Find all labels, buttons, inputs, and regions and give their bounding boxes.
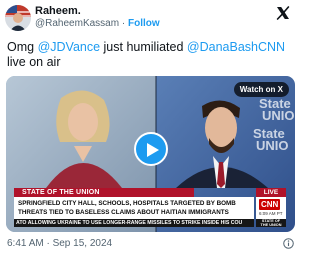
tweet-text-part: live on air [7, 55, 61, 69]
show-tag-line: THE UNION [260, 223, 282, 227]
tweet-text: Omg @JDVance just humiliated @DanaBashCN… [7, 40, 295, 70]
background-logo-text: UNIO [256, 138, 289, 153]
tweet-text-part: Omg [7, 40, 38, 54]
network-logo: CNN 6:09 AM PT [256, 197, 286, 219]
author-handle[interactable]: @RaheemKassam [35, 18, 119, 29]
author-name[interactable]: Raheem. [35, 5, 81, 17]
author-handle-row: @RaheemKassam · Follow [35, 18, 160, 29]
chyron-program-bar: STATE OF THE UNION [14, 188, 194, 197]
cnn-logo-text: CNN [259, 199, 281, 210]
tweet-text-part: just humiliated [100, 40, 187, 54]
chyron-headline: SPRINGFIELD CITY HALL, SCHOOLS, HOSPITAL… [14, 197, 254, 219]
headline-line: SPRINGFIELD CITY HALL, SCHOOLS, HOSPITAL… [18, 200, 236, 207]
separator-dot: · [121, 18, 126, 29]
play-icon [147, 143, 159, 157]
news-ticker: ATO ALLOWING UKRAINE TO USE LONGER-RANGE… [14, 219, 254, 227]
x-logo-icon[interactable] [276, 6, 290, 20]
headline-line: THREATS TIED TO BASELESS CLAIMS ABOUT HA… [18, 209, 229, 216]
play-button[interactable] [134, 132, 168, 166]
video-player[interactable]: State UNIO State UNIO Watch on X STATE O… [6, 76, 295, 232]
show-tag: STATE OF THE UNION [256, 219, 286, 227]
mention-danabashcnn[interactable]: @DanaBashCNN [187, 40, 285, 54]
background-logo-text: UNIO [262, 108, 295, 123]
follow-button[interactable]: Follow [128, 18, 160, 29]
avatar[interactable] [5, 5, 31, 31]
mention-jdvance[interactable]: @JDVance [38, 40, 100, 54]
live-badge: LIVE [256, 188, 286, 197]
broadcast-clock: 6:09 AM PT [259, 211, 283, 216]
info-icon[interactable] [283, 238, 294, 249]
watch-on-x-button[interactable]: Watch on X [233, 82, 289, 97]
tweet-timestamp[interactable]: 6:41 AM · Sep 15, 2024 [7, 238, 112, 249]
tweet-header: Raheem. @RaheemKassam · Follow [0, 0, 300, 36]
